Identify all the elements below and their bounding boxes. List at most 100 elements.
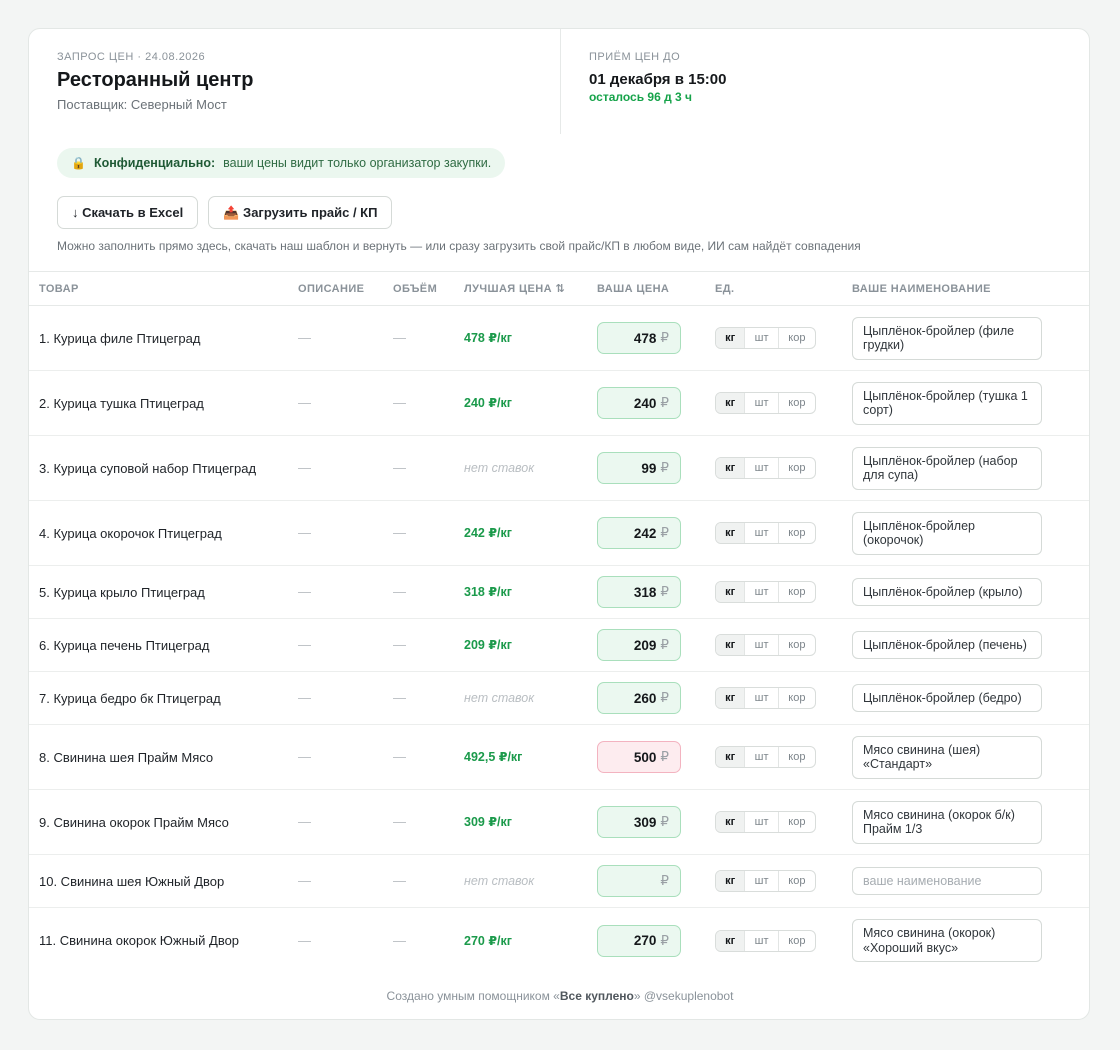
unit-option[interactable]: шт bbox=[744, 635, 777, 655]
unit-option[interactable]: кор bbox=[777, 458, 815, 478]
your-price-input[interactable]: ₽ bbox=[597, 865, 681, 897]
col-volume: ОБЪЁМ bbox=[393, 282, 438, 295]
confidential-label: Конфиденциально: bbox=[93, 156, 216, 170]
product-name: 6. Курица печень Птицеград bbox=[39, 637, 210, 653]
your-price-input[interactable]: 309 ₽ bbox=[597, 806, 681, 838]
request-info: ЗАПРОС ЦЕН · 24.08.2026 Ресторанный цент… bbox=[29, 29, 561, 134]
unit-option[interactable]: кор bbox=[777, 328, 815, 348]
unit-selector[interactable]: кг шт кор bbox=[715, 581, 816, 603]
your-name-input[interactable]: Цыплёнок-бройлер (бедро) bbox=[852, 683, 1042, 713]
footer-brand[interactable]: Все куплено bbox=[560, 989, 634, 1003]
unit-option[interactable]: шт bbox=[744, 688, 777, 708]
price-value: 500 bbox=[633, 749, 657, 765]
your-price-input[interactable]: 209 ₽ bbox=[597, 629, 681, 661]
best-price: 478 ₽/кг bbox=[464, 331, 512, 345]
footer-prefix: Создано умным помощником « bbox=[386, 989, 560, 1003]
currency-sign: ₽ bbox=[660, 814, 669, 829]
footer: Создано умным помощником «Все куплено» @… bbox=[29, 989, 1089, 1003]
currency-sign: ₽ bbox=[660, 749, 669, 764]
request-eyebrow: ЗАПРОС ЦЕН · 24.08.2026 bbox=[57, 51, 206, 63]
unit-option[interactable]: кор bbox=[777, 393, 815, 413]
col-best-price[interactable]: ЛУЧШАЯ ЦЕНА ⇅ bbox=[464, 282, 597, 295]
your-name-input[interactable]: Мясо свинина (окорок б/к) Прайм 1/3 bbox=[852, 800, 1042, 844]
currency-sign: ₽ bbox=[660, 873, 669, 888]
your-name-input[interactable]: Цыплёнок-бройлер (набор для супа) bbox=[852, 446, 1042, 490]
volume-value: — bbox=[393, 749, 406, 764]
unit-option[interactable]: кг bbox=[716, 523, 745, 543]
product-name: 10. Свинина шея Южный Двор bbox=[39, 873, 225, 889]
unit-selector[interactable]: кг шт кор bbox=[715, 687, 816, 709]
unit-option[interactable]: кор bbox=[777, 635, 815, 655]
unit-option[interactable]: шт bbox=[744, 458, 777, 478]
unit-option[interactable]: шт bbox=[744, 328, 777, 348]
unit-option[interactable]: кг bbox=[716, 458, 745, 478]
your-name-input[interactable]: Мясо свинина (окорок) «Хороший вкус» bbox=[852, 919, 1042, 962]
unit-selector[interactable]: кг шт кор bbox=[715, 522, 816, 544]
unit-option[interactable]: шт bbox=[744, 812, 777, 832]
best-price: 309 ₽/кг bbox=[464, 815, 512, 829]
unit-selector[interactable]: кг шт кор bbox=[715, 811, 816, 833]
product-name: 9. Свинина окорок Прайм Мясо bbox=[39, 814, 229, 830]
your-price-input[interactable]: 500 ₽ bbox=[597, 741, 681, 773]
upload-hint: Можно заполнить прямо здесь, скачать наш… bbox=[57, 239, 861, 253]
your-name-input[interactable]: ваше наименование bbox=[852, 866, 1042, 896]
your-name-input[interactable]: Цыплёнок-бройлер (тушка 1 сорт) bbox=[852, 381, 1042, 425]
unit-option[interactable]: кор bbox=[777, 688, 815, 708]
unit-option[interactable]: кг bbox=[716, 582, 745, 602]
unit-option[interactable]: кор bbox=[777, 871, 815, 891]
your-price-input[interactable]: 318 ₽ bbox=[597, 576, 681, 608]
your-price-input[interactable]: 270 ₽ bbox=[597, 924, 681, 957]
your-name-input[interactable]: Цыплёнок-бройлер (печень) bbox=[852, 630, 1042, 660]
your-name-input[interactable]: Мясо свинина (шея) «Стандарт» bbox=[852, 735, 1042, 779]
currency-sign: ₽ bbox=[660, 637, 669, 652]
your-name-input[interactable]: Цыплёнок-бройлер (филе грудки) bbox=[852, 316, 1042, 360]
table-body: 1. Курица филе Птицеград — —478 ₽/кг 478 ₽ кг… bbox=[29, 306, 1089, 973]
volume-value: — bbox=[393, 460, 406, 475]
unit-selector[interactable]: кг шт кор bbox=[715, 327, 816, 349]
col-description: ОПИСАНИЕ bbox=[298, 282, 365, 295]
description-value: — bbox=[298, 584, 311, 599]
product-name: 3. Курица суповой набор Птицеград bbox=[39, 460, 257, 476]
unit-option[interactable]: шт bbox=[744, 523, 777, 543]
currency-sign: ₽ bbox=[660, 584, 669, 599]
your-name-input[interactable]: Цыплёнок-бройлер (окорочок) bbox=[852, 511, 1042, 555]
best-price: 318 ₽/кг bbox=[464, 585, 512, 599]
your-price-input[interactable]: 242 ₽ bbox=[597, 517, 681, 549]
unit-option[interactable]: кг bbox=[716, 635, 745, 655]
unit-selector[interactable]: кг шт кор bbox=[715, 634, 816, 656]
unit-option[interactable]: шт bbox=[744, 930, 777, 951]
unit-option[interactable]: шт bbox=[744, 393, 777, 413]
download-excel-button[interactable]: ↓ Скачать в Excel bbox=[57, 196, 199, 229]
unit-option[interactable]: кор bbox=[777, 747, 815, 767]
product-name: 11. Свинина окорок Южный Двор bbox=[39, 933, 240, 948]
unit-selector[interactable]: кг шт кор bbox=[715, 392, 816, 414]
unit-option[interactable]: кг bbox=[716, 871, 745, 891]
unit-selector[interactable]: кг шт кор bbox=[715, 929, 816, 952]
table-header: ТОВАР ОПИСАНИЕ ОБЪЁМ ЛУЧШАЯ ЦЕНА ⇅ ВАША … bbox=[29, 272, 1089, 306]
unit-option[interactable]: шт bbox=[744, 747, 777, 767]
description-value: — bbox=[298, 395, 311, 410]
unit-option[interactable]: кор bbox=[777, 523, 815, 543]
table-row: 5. Курица крыло Птицеград — — 318 ₽/кг 318 ₽ к… bbox=[29, 566, 1089, 619]
unit-option[interactable]: шт bbox=[744, 582, 777, 602]
your-name-input[interactable]: Цыплёнок-бройлер (крыло) bbox=[852, 577, 1042, 607]
unit-selector[interactable]: кг шт кор bbox=[715, 870, 816, 892]
unit-selector[interactable]: кг шт кор bbox=[715, 457, 816, 479]
unit-option[interactable]: кор bbox=[777, 812, 815, 832]
unit-option[interactable]: шт bbox=[744, 871, 777, 891]
unit-option[interactable]: кг bbox=[716, 328, 745, 348]
unit-selector[interactable]: кг шт кор bbox=[715, 746, 816, 768]
your-price-input[interactable]: 240 ₽ bbox=[597, 387, 681, 419]
unit-option[interactable]: кг bbox=[716, 393, 745, 413]
unit-option[interactable]: кг bbox=[716, 812, 745, 832]
your-price-input[interactable]: 260 ₽ bbox=[597, 682, 681, 714]
unit-option[interactable]: кор bbox=[777, 582, 815, 602]
unit-option[interactable]: кг bbox=[716, 930, 745, 951]
upload-price-button[interactable]: 📤 Загрузить прайс / КП bbox=[208, 196, 393, 229]
your-price-input[interactable]: 99 ₽ bbox=[597, 452, 681, 484]
unit-option[interactable]: кор bbox=[777, 930, 815, 951]
unit-option[interactable]: кг bbox=[716, 688, 745, 708]
unit-option[interactable]: кг bbox=[716, 747, 745, 767]
best-price: 209 ₽/кг bbox=[464, 638, 512, 652]
your-price-input[interactable]: 478 ₽ bbox=[597, 322, 681, 354]
